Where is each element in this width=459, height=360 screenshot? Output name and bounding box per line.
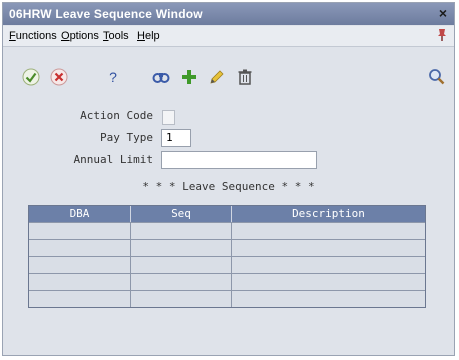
toolbar: ? <box>3 63 454 91</box>
table-row[interactable] <box>29 239 425 256</box>
cell-dba[interactable] <box>29 257 131 273</box>
cell-dba[interactable] <box>29 291 131 307</box>
binoculars-icon[interactable] <box>151 67 171 87</box>
cell-description[interactable] <box>232 240 425 256</box>
table-row[interactable] <box>29 273 425 290</box>
pin-icon[interactable] <box>436 28 448 45</box>
window-title: 06HRW Leave Sequence Window <box>9 7 203 21</box>
pay-type-field[interactable]: 1 <box>161 129 191 147</box>
help-icon[interactable]: ? <box>103 67 123 87</box>
menu-functions[interactable]: Functions <box>9 30 57 42</box>
add-icon[interactable] <box>179 67 199 87</box>
menu-options[interactable]: Options <box>61 30 99 42</box>
cell-seq[interactable] <box>131 257 232 273</box>
cell-seq[interactable] <box>131 274 232 290</box>
table-row[interactable] <box>29 256 425 273</box>
cell-dba[interactable] <box>29 223 131 239</box>
cell-description[interactable] <box>232 257 425 273</box>
checkmark-icon[interactable] <box>21 67 41 87</box>
title-bar: 06HRW Leave Sequence Window × <box>3 3 454 25</box>
cell-seq[interactable] <box>131 223 232 239</box>
action-code-label: Action Code <box>80 109 153 122</box>
cancel-icon[interactable] <box>49 67 69 87</box>
menu-bar: Functions Options Tools Help <box>3 26 454 47</box>
leave-sequence-window: 06HRW Leave Sequence Window × Functions … <box>2 2 455 356</box>
action-code-field[interactable] <box>162 110 175 125</box>
annual-limit-label: Annual Limit <box>73 153 153 166</box>
cell-seq[interactable] <box>131 240 232 256</box>
cell-description[interactable] <box>232 274 425 290</box>
section-title: * * * Leave Sequence * * * <box>142 180 315 193</box>
leave-sequence-grid: DBA Seq Description <box>28 205 426 308</box>
cell-dba[interactable] <box>29 274 131 290</box>
cell-description[interactable] <box>232 223 425 239</box>
trash-icon[interactable] <box>235 67 255 87</box>
column-dba[interactable]: DBA <box>29 206 131 222</box>
grid-header: DBA Seq Description <box>29 206 425 222</box>
column-description[interactable]: Description <box>232 206 425 222</box>
pencil-icon[interactable] <box>207 67 227 87</box>
menu-help[interactable]: Help <box>137 30 160 42</box>
table-row[interactable] <box>29 222 425 239</box>
menu-tools[interactable]: Tools <box>103 30 129 42</box>
column-seq[interactable]: Seq <box>131 206 232 222</box>
annual-limit-field[interactable] <box>161 151 317 169</box>
cell-dba[interactable] <box>29 240 131 256</box>
close-icon[interactable]: × <box>436 5 450 21</box>
table-row[interactable] <box>29 290 425 307</box>
search-icon[interactable] <box>427 67 447 87</box>
cell-description[interactable] <box>232 291 425 307</box>
pay-type-label: Pay Type <box>100 131 153 144</box>
cell-seq[interactable] <box>131 291 232 307</box>
